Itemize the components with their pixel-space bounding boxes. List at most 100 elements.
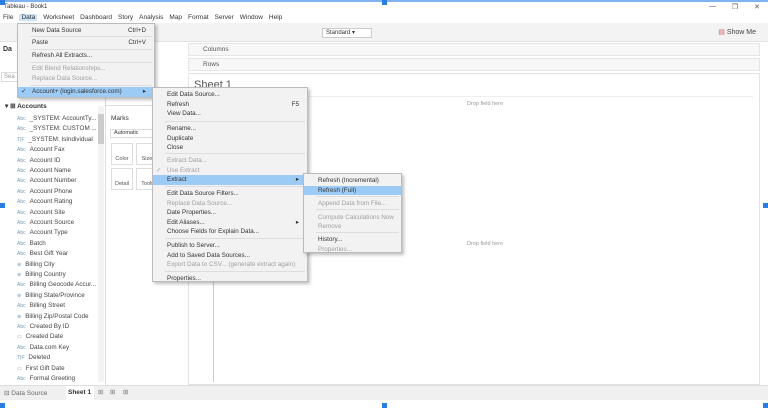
field-name: Created Date bbox=[25, 333, 64, 341]
maximize-button[interactable]: ❐ bbox=[732, 3, 738, 11]
menu-item[interactable]: Extract ▸ bbox=[153, 175, 307, 185]
menu-item[interactable]: Edit Data Source... bbox=[153, 90, 307, 100]
close-button[interactable]: ✕ bbox=[754, 3, 760, 11]
field-item[interactable]: Abc Account Fax bbox=[17, 146, 65, 153]
menu-item-label: Edit Data Source Filters... bbox=[167, 190, 239, 197]
selection-handle[interactable] bbox=[0, 203, 5, 208]
field-item[interactable]: ⊕ Billing City bbox=[17, 261, 55, 268]
show-me-button[interactable]: ▤ Show Me bbox=[718, 28, 756, 36]
menu-item-label: Edit Blend Relationships... bbox=[32, 65, 106, 72]
menu-item[interactable]: Refresh (Incremental) bbox=[304, 176, 401, 186]
field-item[interactable]: Abc Best Gift Year bbox=[17, 250, 68, 257]
menu-item[interactable]: Publish to Server... bbox=[153, 241, 307, 251]
field-item[interactable]: Abc Batch bbox=[17, 240, 46, 247]
columns-shelf[interactable]: Columns bbox=[188, 43, 760, 56]
menu-item[interactable]: Add to Saved Data Sources... bbox=[153, 251, 307, 261]
field-item[interactable]: Abc Account Type bbox=[17, 229, 68, 236]
field-name: Deleted bbox=[28, 354, 51, 362]
field-item[interactable]: Abc Billing Geocode Accur... bbox=[17, 281, 96, 288]
field-item[interactable]: ▭ First Gift Date bbox=[17, 365, 65, 372]
marks-detail-button[interactable]: Detail bbox=[111, 168, 133, 190]
menu-dashboard[interactable]: Dashboard bbox=[80, 14, 112, 21]
selection-handle[interactable] bbox=[382, 0, 387, 5]
field-item[interactable]: T|F _SYSTEM: IsIndividual bbox=[17, 136, 93, 143]
new-dashboard-icon[interactable]: ⊞ bbox=[110, 388, 115, 396]
menu-item[interactable]: Edit Aliases... ▸ bbox=[153, 218, 307, 228]
menu-item[interactable]: Refresh F5 bbox=[153, 100, 307, 110]
menu-item-label: Edit Aliases... bbox=[167, 218, 205, 226]
menu-file[interactable]: File bbox=[3, 14, 13, 21]
menu-item-label: Refresh All Extracts... bbox=[32, 52, 93, 59]
field-item[interactable]: Abc Account Phone bbox=[17, 188, 72, 195]
menu-item[interactable]: Properties... bbox=[153, 274, 307, 284]
field-item[interactable]: Abc _SYSTEM: CUSTOM ... bbox=[17, 125, 97, 132]
selection-handle[interactable] bbox=[0, 0, 5, 5]
sheet-tab[interactable]: Sheet 1 bbox=[66, 386, 94, 400]
menu-map[interactable]: Map bbox=[169, 14, 182, 21]
drop-field-columns[interactable]: Drop field here bbox=[467, 101, 503, 107]
field-type-icon: Abc bbox=[17, 240, 26, 247]
marks-color-button[interactable]: Color bbox=[111, 143, 133, 165]
field-item[interactable]: Abc Billing Street bbox=[17, 302, 65, 309]
new-story-icon[interactable]: ⊞ bbox=[123, 388, 128, 396]
menu-server[interactable]: Server bbox=[215, 14, 234, 21]
menu-item: Properties... bbox=[304, 245, 401, 255]
selection-handle[interactable] bbox=[763, 403, 768, 408]
menu-shortcut: Ctrl+V bbox=[128, 39, 146, 46]
menu-item[interactable]: New Data Source Ctrl+D bbox=[18, 26, 154, 36]
field-item[interactable]: ⊕ Billing Zip/Postal Code bbox=[17, 313, 89, 320]
fit-dropdown[interactable]: Standard ▾ bbox=[322, 28, 372, 38]
menu-window[interactable]: Window bbox=[240, 14, 263, 21]
menu-worksheet[interactable]: Worksheet bbox=[43, 14, 74, 21]
field-item[interactable]: T|F Deleted bbox=[17, 354, 50, 361]
field-item[interactable]: Abc Created By ID bbox=[17, 323, 69, 330]
drop-field-view[interactable]: Drop field here bbox=[467, 241, 503, 247]
field-item[interactable]: Abc _SYSTEM: AccountTy... bbox=[17, 115, 96, 122]
menu-item[interactable]: Paste Ctrl+V bbox=[18, 38, 154, 48]
menu-item[interactable]: View Data... bbox=[153, 109, 307, 119]
rows-shelf[interactable]: Rows bbox=[188, 58, 760, 71]
menu-item[interactable]: Refresh All Extracts... bbox=[18, 51, 154, 61]
menu-item[interactable]: Date Properties... bbox=[153, 208, 307, 218]
field-type-icon: Abc bbox=[17, 147, 26, 154]
field-item[interactable]: ⊕ Billing State/Province bbox=[17, 292, 85, 299]
selection-handle[interactable] bbox=[382, 403, 387, 408]
menu-item-label: Paste bbox=[32, 39, 49, 46]
field-item[interactable]: Abc Account Name bbox=[17, 167, 71, 174]
menu-shortcut: Ctrl+D bbox=[127, 27, 146, 34]
menu-story[interactable]: Story bbox=[118, 14, 133, 21]
data-source-tab[interactable]: ⊟ Data Source bbox=[4, 389, 47, 397]
menu-item[interactable]: History... bbox=[304, 235, 401, 245]
menu-data[interactable]: Data bbox=[19, 14, 38, 21]
menu-item[interactable]: Refresh (Full) bbox=[304, 185, 401, 195]
field-type-icon: ▭ bbox=[17, 365, 22, 372]
menu-help[interactable]: Help bbox=[269, 14, 282, 21]
menu-analysis[interactable]: Analysis bbox=[139, 14, 163, 21]
new-worksheet-icon[interactable]: ⊞ bbox=[98, 388, 103, 396]
menu-format[interactable]: Format bbox=[188, 14, 209, 21]
menu-item[interactable]: Rename... bbox=[153, 124, 307, 134]
menu-item[interactable]: Choose Fields for Explain Data... bbox=[153, 227, 307, 237]
field-item[interactable]: Abc Formal Greeting bbox=[17, 375, 75, 382]
field-item[interactable]: Abc Account Number bbox=[17, 177, 77, 184]
menu-item[interactable]: Account+ (login.salesforce.com) ▸ ✓ bbox=[18, 87, 154, 97]
menu-item[interactable]: Close bbox=[153, 143, 307, 153]
menu-shortcut: F5 bbox=[291, 100, 299, 108]
minimize-button[interactable]: — bbox=[709, 3, 716, 10]
menu-item[interactable]: Duplicate bbox=[153, 134, 307, 144]
field-item[interactable]: Abc Account ID bbox=[17, 157, 60, 164]
field-item[interactable]: ▭ Created Date bbox=[17, 333, 63, 340]
field-item[interactable]: Abc Account Source bbox=[17, 219, 74, 226]
selection-handle[interactable] bbox=[0, 403, 5, 408]
field-item[interactable]: Abc Data.com Key bbox=[17, 344, 69, 351]
field-list-scrollbar[interactable] bbox=[98, 106, 104, 382]
field-item[interactable]: Abc Account Rating bbox=[17, 198, 72, 205]
menu-separator bbox=[30, 85, 152, 86]
field-name: Account Number bbox=[29, 177, 77, 185]
field-item[interactable]: Abc Account Site bbox=[17, 209, 65, 216]
menu-item[interactable]: Edit Data Source Filters... bbox=[153, 189, 307, 199]
field-item[interactable]: ⊕ Billing Country bbox=[17, 271, 66, 278]
table-accounts[interactable]: ▾ ⊞ Accounts bbox=[5, 102, 47, 110]
selection-handle[interactable] bbox=[763, 203, 768, 208]
sheet-tab-bar: ⊟ Data Source Sheet 1 ⊞ ⊞ ⊞ bbox=[0, 385, 768, 400]
